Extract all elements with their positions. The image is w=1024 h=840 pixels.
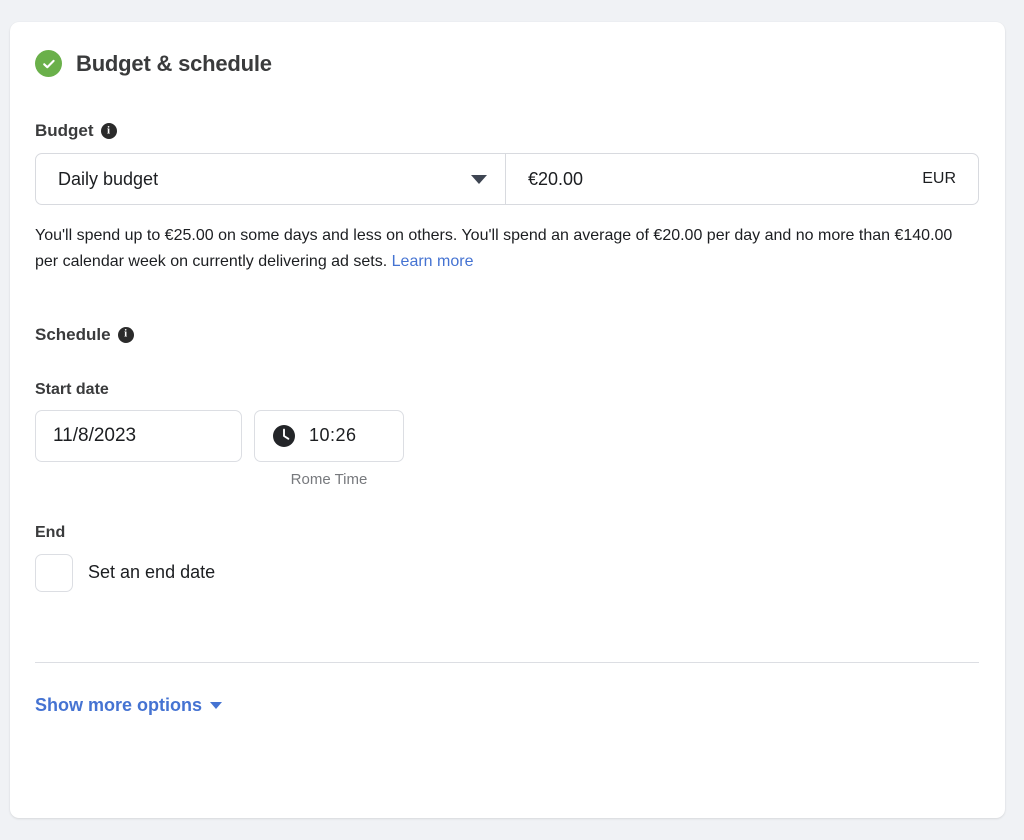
budget-helper-text-body: You'll spend up to €25.00 on some days a… xyxy=(35,227,952,270)
page-title: Budget & schedule xyxy=(76,51,272,77)
start-date-label: Start date xyxy=(35,381,980,399)
chevron-down-icon xyxy=(210,702,222,709)
set-end-date-label: Set an end date xyxy=(88,562,215,583)
budget-helper-text: You'll spend up to €25.00 on some days a… xyxy=(35,223,979,275)
set-end-date-row: Set an end date xyxy=(35,554,980,592)
start-time-group: 10:26 Rome Time xyxy=(254,410,404,488)
end-label: End xyxy=(35,524,980,542)
budget-type-select[interactable]: Daily budget xyxy=(36,154,506,204)
learn-more-link[interactable]: Learn more xyxy=(392,253,474,270)
show-more-options-label: Show more options xyxy=(35,695,202,716)
set-end-date-checkbox[interactable] xyxy=(35,554,73,592)
chevron-down-icon xyxy=(471,175,487,184)
timezone-note: Rome Time xyxy=(254,471,404,488)
info-icon[interactable]: i xyxy=(101,123,117,139)
card-body: Budget i Daily budget €20.00 EUR You'll … xyxy=(10,121,1005,716)
budget-amount-value: €20.00 xyxy=(528,169,583,190)
budget-label-text: Budget xyxy=(35,121,94,141)
start-time-input[interactable]: 10:26 xyxy=(254,410,404,462)
budget-section-label: Budget i xyxy=(35,121,980,141)
check-circle-icon xyxy=(35,50,62,77)
budget-schedule-card: Budget & schedule Budget i Daily budget … xyxy=(10,22,1005,818)
schedule-section-label: Schedule i xyxy=(35,325,980,345)
start-date-value: 11/8/2023 xyxy=(53,425,136,447)
card-header: Budget & schedule xyxy=(10,22,1005,77)
budget-type-selected-value: Daily budget xyxy=(58,169,158,190)
section-divider xyxy=(35,662,979,663)
budget-currency-label: EUR xyxy=(922,170,956,188)
start-datetime-row: 11/8/2023 10:26 Rome Time xyxy=(35,410,980,488)
start-date-input[interactable]: 11/8/2023 xyxy=(35,410,242,462)
info-icon[interactable]: i xyxy=(118,327,134,343)
start-time-value: 10:26 xyxy=(309,425,357,446)
clock-icon xyxy=(272,424,296,448)
show-more-options-button[interactable]: Show more options xyxy=(35,695,222,716)
budget-amount-input[interactable]: €20.00 EUR xyxy=(506,154,978,204)
schedule-label-text: Schedule xyxy=(35,325,111,345)
budget-input-group: Daily budget €20.00 EUR xyxy=(35,153,979,205)
